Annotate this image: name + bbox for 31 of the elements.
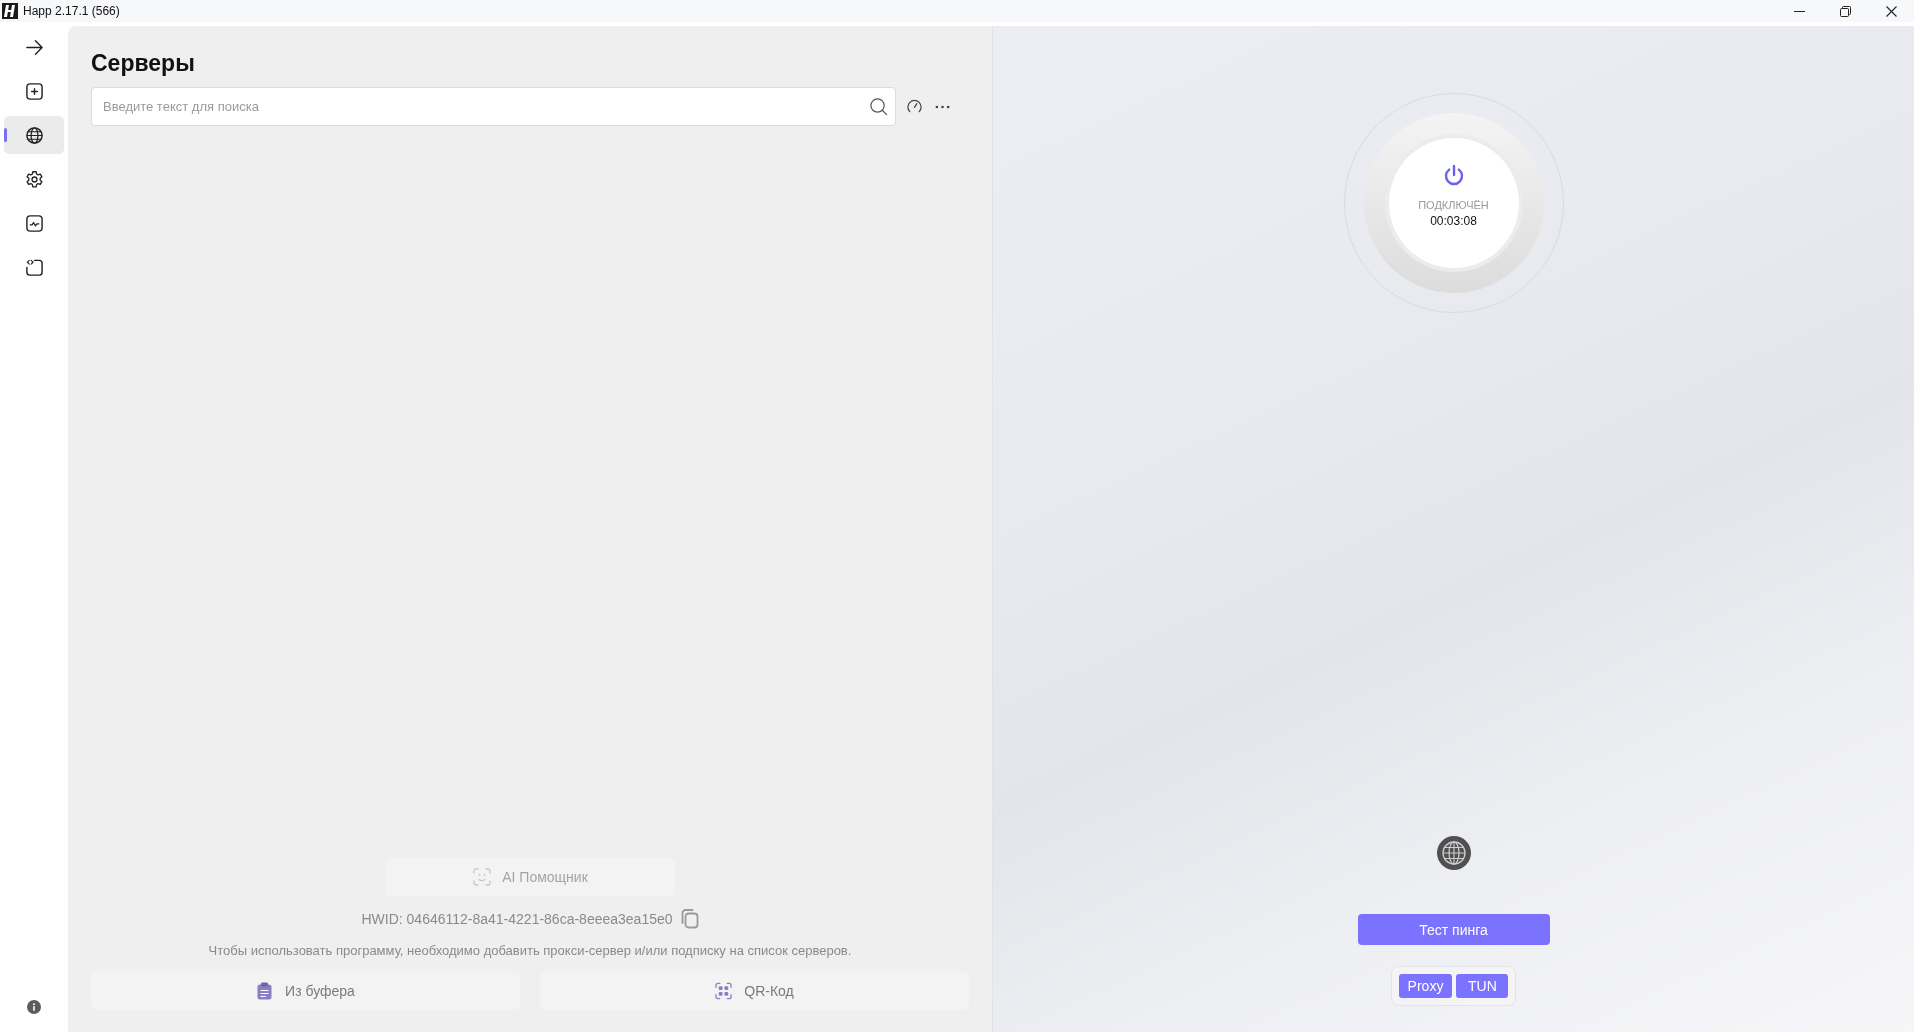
add-icon [24, 81, 44, 101]
speedometer-icon[interactable] [906, 98, 923, 115]
ping-test-button[interactable]: Тест пинга [1357, 914, 1550, 945]
qr-code-icon [715, 981, 733, 1000]
settings-icon [24, 169, 44, 189]
import-button[interactable]: Из буфера [91, 971, 520, 1010]
search-icon[interactable] [869, 97, 888, 116]
status-text: ПОДКЛЮЧЁН [1418, 198, 1489, 212]
page-title: Серверы [91, 49, 196, 78]
minimize-icon [1793, 10, 1805, 12]
import-button[interactable]: QR-Код [540, 971, 969, 1010]
more-icon[interactable] [935, 104, 950, 109]
power-button[interactable]: ПОДКЛЮЧЁН 00:03:08 [1363, 113, 1544, 293]
hint-text: Чтобы использовать программу, необходимо добавить прокси-сервер и/или подписку на список серверов. [208, 942, 852, 959]
info-icon [27, 1000, 41, 1014]
search-field[interactable]: Введите текст для поиска [91, 87, 896, 126]
window-title: Happ 2.17.1 (566) [23, 4, 120, 18]
sidebar-item[interactable] [4, 116, 64, 154]
globe-icon[interactable] [1436, 836, 1471, 870]
mode-toggle[interactable]: Proxy [1398, 974, 1453, 998]
close-icon [1885, 5, 1897, 17]
clipboard-icon [256, 981, 274, 1000]
arrow-right-icon [24, 37, 44, 57]
timer-text: 00:03:08 [1430, 214, 1477, 229]
mode-toggle[interactable]: TUN [1456, 974, 1509, 998]
pulse-chart-icon [24, 213, 44, 233]
restore-icon [1839, 5, 1851, 17]
code-icon [24, 257, 44, 277]
hwid-text: HWID: 04646112-8a41-4221-86ca-8eeea3ea15e0 [361, 911, 673, 927]
smiley-frame-icon [472, 867, 493, 887]
globe-icon [24, 125, 44, 145]
